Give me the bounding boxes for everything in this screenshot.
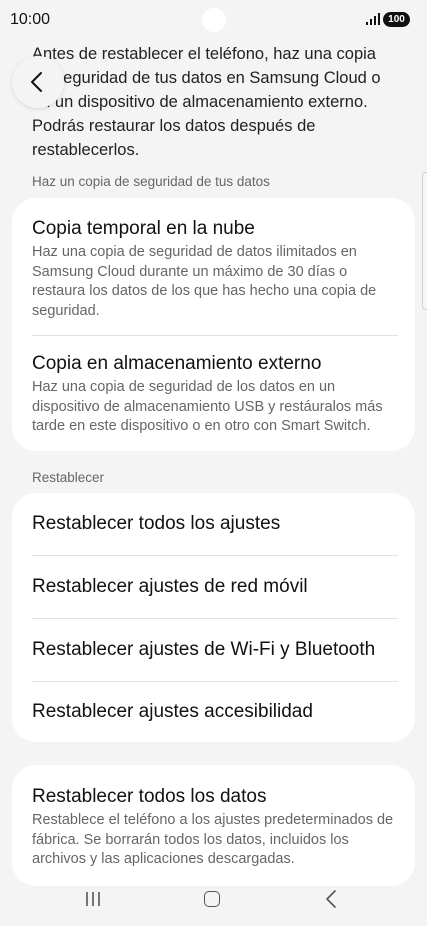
- item-description: Restablece el teléfono a los ajustes pre…: [32, 812, 394, 867]
- status-bar: 10:00 100: [0, 0, 427, 40]
- item-description: Haz una copia de seguridad de los datos …: [32, 379, 383, 434]
- divider: [32, 555, 398, 556]
- scrollbar[interactable]: [422, 172, 427, 310]
- status-time: 10:00: [10, 11, 51, 28]
- factory-reset-item[interactable]: Restablecer todos los datos Restablece e…: [32, 785, 397, 870]
- item-title: Copia temporal en la nube: [32, 218, 255, 239]
- divider: [32, 681, 398, 682]
- camera-cutout: [202, 8, 226, 32]
- external-backup-item[interactable]: Copia en almacenamiento externo Haz una …: [32, 352, 397, 437]
- reset-wifi-bluetooth-item[interactable]: Restablecer ajustes de Wi-Fi y Bluetooth: [32, 638, 397, 662]
- reset-accessibility-item[interactable]: Restablecer ajustes accesibilidad: [32, 700, 397, 724]
- battery-indicator: 100: [383, 12, 410, 27]
- factory-reset-card: Restablecer todos los datos Restablece e…: [12, 765, 415, 886]
- item-title: Restablecer todos los ajustes: [32, 513, 281, 534]
- intro-text: Antes de restablecer el teléfono, haz un…: [32, 45, 381, 159]
- item-title: Restablecer ajustes de Wi-Fi y Bluetooth: [32, 639, 376, 660]
- item-title: Copia en almacenamiento externo: [32, 353, 322, 374]
- item-title: Restablecer ajustes accesibilidad: [32, 701, 313, 722]
- reset-all-settings-item[interactable]: Restablecer todos los ajustes: [32, 512, 397, 536]
- item-title: Restablecer ajustes de red móvil: [32, 576, 308, 597]
- recent-apps-icon[interactable]: [84, 890, 102, 908]
- divider: [32, 335, 398, 336]
- back-button[interactable]: [12, 56, 64, 108]
- back-arrow-icon: [31, 72, 42, 92]
- navigation-bar: [0, 880, 427, 926]
- signal-icon: [366, 13, 380, 25]
- home-icon[interactable]: [204, 891, 220, 907]
- reset-mobile-network-item[interactable]: Restablecer ajustes de red móvil: [32, 575, 397, 599]
- reset-section-header: Restablecer: [32, 470, 105, 485]
- reset-card: Restablecer todos los ajustes Restablece…: [12, 493, 415, 742]
- divider: [32, 618, 398, 619]
- nav-back-icon[interactable]: [324, 889, 338, 909]
- cloud-backup-item[interactable]: Copia temporal en la nube Haz una copia …: [32, 217, 397, 321]
- backup-section-header: Haz un copia de seguridad de tus datos: [32, 174, 270, 189]
- item-title: Restablecer todos los datos: [32, 786, 267, 807]
- item-description: Haz una copia de seguridad de datos ilim…: [32, 244, 377, 319]
- backup-card: Copia temporal en la nube Haz una copia …: [12, 198, 415, 451]
